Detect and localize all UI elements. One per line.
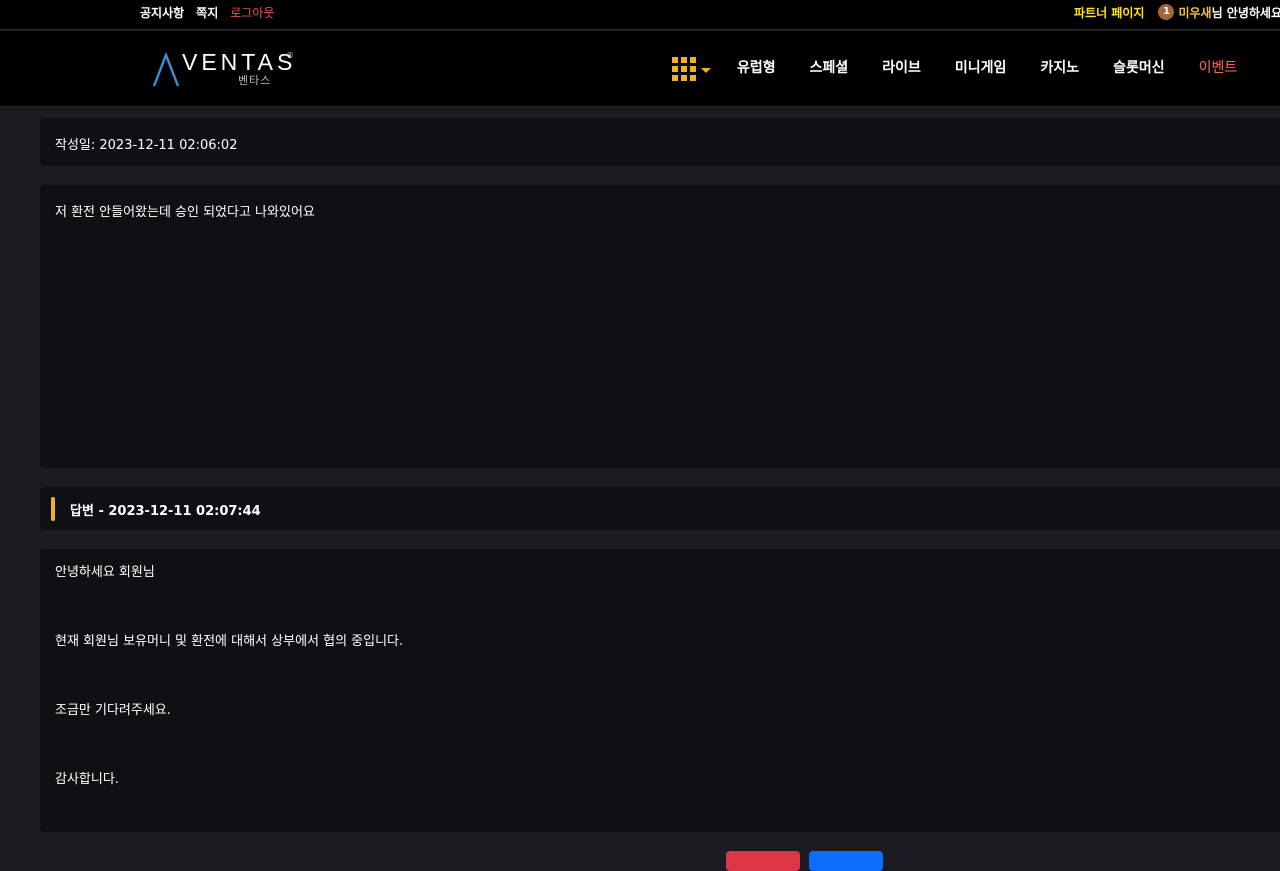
answer-line: 현재 회원님 보유머니 및 환전에 대해서 상부에서 협의 중입니다. <box>55 634 404 649</box>
nav-special[interactable]: 스페셜 <box>793 57 866 77</box>
caret-down-icon <box>701 68 711 73</box>
delete-button[interactable] <box>726 851 800 871</box>
nav-slot[interactable]: 슬롯머신 <box>1096 57 1182 77</box>
answer-line: 안녕하세요 회원님 <box>55 565 155 580</box>
nav-casino[interactable]: 카지노 <box>1023 57 1096 77</box>
answer-line: 조금만 기다려주세요. <box>55 703 171 718</box>
answer-line: 감사합니다. <box>55 772 119 787</box>
nav-event[interactable]: 이벤트 <box>1182 57 1255 77</box>
user-info: 파트너 페이지 1 미우새 님 안녕하세요 <box>1074 0 1280 24</box>
main-header: VENTAS ® 벤타스 유럽형 스페셜 라이브 미니게임 카지노 슬롯머신 이… <box>0 31 1280 107</box>
nav-minigame[interactable]: 미니게임 <box>938 57 1024 77</box>
answer-accent-bar <box>51 497 55 521</box>
question-body-panel: 저 환전 안들어왔는데 승인 되었다고 나와있어요 <box>40 185 1280 468</box>
topbar-links: 공지사항 쪽지 로그아웃 <box>140 0 274 24</box>
user-nickname: 미우새 <box>1178 5 1212 20</box>
message-link[interactable]: 쪽지 <box>196 4 218 21</box>
all-menu-button[interactable] <box>672 55 718 83</box>
nav-european[interactable]: 유럽형 <box>720 57 793 77</box>
grid-icon <box>672 57 696 81</box>
answer-content: 안녕하세요 회원님 현재 회원님 보유머니 및 환전에 대해서 상부에서 협의 … <box>55 564 403 840</box>
list-button[interactable] <box>809 851 883 871</box>
site-logo[interactable]: VENTAS ® 벤타스 <box>152 49 312 89</box>
answer-body-panel: 안녕하세요 회원님 현재 회원님 보유머니 및 환전에 대해서 상부에서 협의 … <box>40 549 1280 832</box>
answer-header-panel: 답변 - 2023-12-11 02:07:44 <box>40 487 1280 530</box>
top-utility-bar: 공지사항 쪽지 로그아웃 파트너 페이지 1 미우새 님 안녕하세요 <box>0 0 1280 30</box>
notice-link[interactable]: 공지사항 <box>140 4 184 21</box>
level-badge-icon: 1 <box>1158 4 1175 20</box>
partner-page-link[interactable]: 파트너 페이지 <box>1074 4 1144 21</box>
greeting-text: 님 안녕하세요 <box>1211 5 1280 20</box>
main-nav: 유럽형 스페셜 라이브 미니게임 카지노 슬롯머신 이벤트 <box>720 31 1254 103</box>
answer-title: 답변 - 2023-12-11 02:07:44 <box>70 504 261 519</box>
logout-link[interactable]: 로그아웃 <box>230 4 274 21</box>
question-text: 저 환전 안들어왔는데 승인 되었다고 나와있어요 <box>55 205 315 220</box>
nav-live[interactable]: 라이브 <box>865 57 938 77</box>
post-date: 작성일: 2023-12-11 02:06:02 <box>55 138 238 153</box>
logo-mark-icon <box>152 53 180 87</box>
logo-registered-mark: ® <box>286 51 294 60</box>
post-date-panel: 작성일: 2023-12-11 02:06:02 <box>40 118 1280 166</box>
logo-subtitle: 벤타스 <box>238 74 272 87</box>
